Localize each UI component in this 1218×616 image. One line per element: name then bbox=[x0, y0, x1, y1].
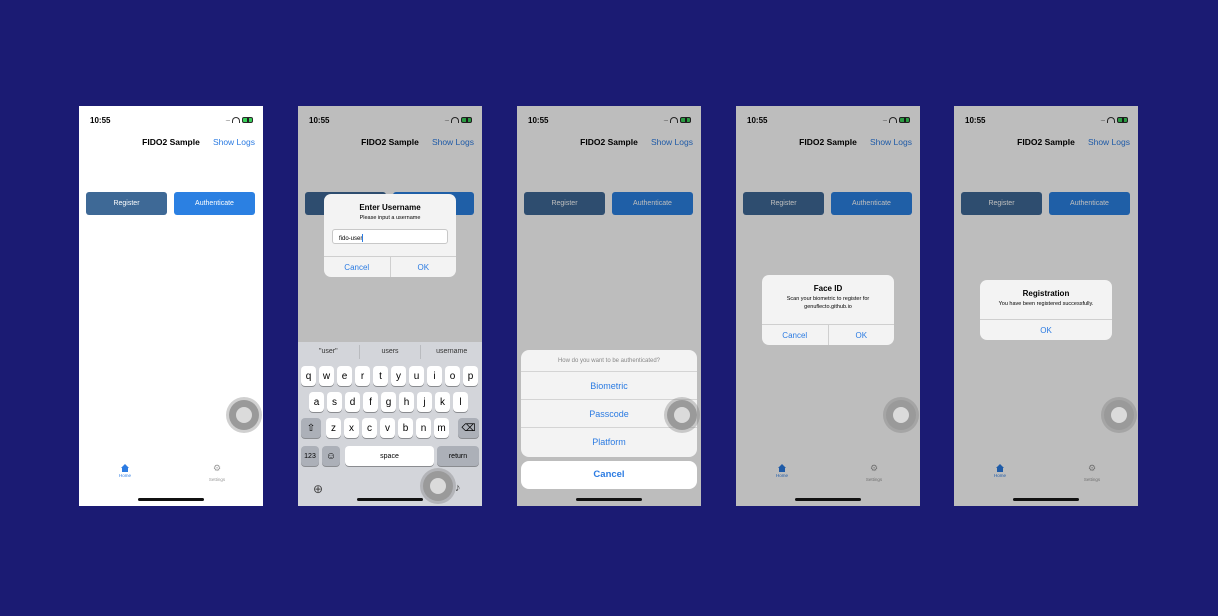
battery-icon bbox=[242, 116, 253, 123]
key-k[interactable]: k bbox=[435, 392, 450, 412]
home-indicator bbox=[138, 498, 204, 501]
key-z[interactable]: z bbox=[326, 418, 341, 438]
delete-icon: ⌫ bbox=[461, 422, 476, 434]
action-sheet-title: How do you want to be authenticated? bbox=[521, 350, 697, 372]
phone-screen-faceid: 10:55 .... FIDO2 Sample Show Logs Regist… bbox=[736, 106, 920, 506]
emoji-key[interactable]: ☺ bbox=[322, 446, 340, 466]
suggestion-item[interactable]: "user" bbox=[298, 345, 359, 359]
status-icons: .... bbox=[225, 115, 253, 124]
numbers-key[interactable]: 123 bbox=[301, 446, 319, 466]
key-x[interactable]: x bbox=[344, 418, 359, 438]
phone-screen-registered: 10:55 .... FIDO2 Sample Show Logs Regist… bbox=[954, 106, 1138, 506]
return-key[interactable]: return bbox=[437, 446, 479, 466]
key-r[interactable]: r bbox=[355, 366, 370, 386]
ok-button[interactable]: OK bbox=[980, 320, 1112, 340]
phone-screen-username: 10:55 .... FIDO2 Sample Show Logs Regist… bbox=[298, 106, 482, 506]
text-caret bbox=[362, 234, 364, 242]
home-indicator bbox=[576, 498, 642, 501]
shift-key[interactable]: ⇧ bbox=[301, 418, 321, 438]
tab-settings-label: Settings bbox=[208, 477, 226, 482]
username-input-value: fido-user bbox=[339, 236, 363, 242]
key-j[interactable]: j bbox=[417, 392, 432, 412]
key-q[interactable]: q bbox=[301, 366, 316, 386]
register-button[interactable]: Register bbox=[86, 192, 167, 215]
key-y[interactable]: y bbox=[391, 366, 406, 386]
alert-title: Enter Username bbox=[359, 203, 421, 212]
alert-message: Please input a username bbox=[359, 215, 421, 221]
home-indicator bbox=[357, 498, 423, 501]
assistive-touch-button[interactable] bbox=[229, 400, 259, 430]
assistive-touch-button[interactable] bbox=[886, 400, 916, 430]
alert-message: Scan your biometric to register for genu… bbox=[786, 296, 870, 310]
tab-home-label: Home bbox=[118, 473, 131, 478]
key-l[interactable]: l bbox=[453, 392, 468, 412]
alert-title: Face ID bbox=[813, 284, 843, 293]
key-u[interactable]: u bbox=[409, 366, 424, 386]
home-icon bbox=[121, 464, 129, 472]
cancel-button[interactable]: Cancel bbox=[521, 461, 697, 489]
cancel-button[interactable]: Cancel bbox=[324, 257, 390, 277]
key-d[interactable]: d bbox=[345, 392, 360, 412]
key-f[interactable]: f bbox=[363, 392, 378, 412]
key-i[interactable]: i bbox=[427, 366, 442, 386]
key-s[interactable]: s bbox=[327, 392, 342, 412]
key-c[interactable]: c bbox=[362, 418, 377, 438]
key-h[interactable]: h bbox=[399, 392, 414, 412]
keyboard: "user" users username q w e r t y u i o … bbox=[298, 342, 482, 506]
registration-alert: Registration You have been registered su… bbox=[980, 280, 1112, 340]
home-indicator bbox=[1013, 498, 1079, 501]
tab-home[interactable]: Home bbox=[105, 464, 145, 478]
alert-actions: OK bbox=[980, 319, 1112, 340]
wifi-icon bbox=[232, 116, 240, 123]
show-logs-button[interactable]: Show Logs bbox=[213, 137, 255, 147]
key-o[interactable]: o bbox=[445, 366, 460, 386]
globe-icon[interactable]: ⊕ bbox=[313, 482, 323, 496]
key-v[interactable]: v bbox=[380, 418, 395, 438]
faceid-alert: Face ID Scan your biometric to register … bbox=[762, 275, 894, 345]
ok-button[interactable]: OK bbox=[389, 257, 457, 277]
key-m[interactable]: m bbox=[434, 418, 449, 438]
tab-bar: Home ⚙ Settings bbox=[79, 464, 263, 494]
alert-message: You have been registered successfully. bbox=[998, 301, 1094, 307]
status-time: 10:55 bbox=[90, 116, 111, 125]
key-g[interactable]: g bbox=[381, 392, 396, 412]
suggestion-bar: "user" users username bbox=[298, 345, 482, 359]
home-indicator bbox=[795, 498, 861, 501]
space-key[interactable]: space bbox=[345, 446, 434, 466]
biometric-option[interactable]: Biometric bbox=[521, 372, 697, 400]
gear-icon: ⚙ bbox=[212, 463, 222, 473]
suggestion-item[interactable]: username bbox=[420, 345, 482, 359]
key-a[interactable]: a bbox=[309, 392, 324, 412]
alert-title: Registration bbox=[1022, 289, 1070, 298]
key-n[interactable]: n bbox=[416, 418, 431, 438]
phone-screen-auth-method: 10:55 .... FIDO2 Sample Show Logs Regist… bbox=[517, 106, 701, 506]
platform-option[interactable]: Platform bbox=[521, 428, 697, 456]
authenticate-button[interactable]: Authenticate bbox=[174, 192, 255, 215]
username-alert: Enter Username Please input a username f… bbox=[324, 194, 456, 277]
key-p[interactable]: p bbox=[463, 366, 478, 386]
suggestion-item[interactable]: users bbox=[358, 345, 421, 359]
key-t[interactable]: t bbox=[373, 366, 388, 386]
phone-screen-home: 10:55 .... FIDO2 Sample Show Logs Regist… bbox=[79, 106, 263, 506]
assistive-touch-button[interactable] bbox=[667, 400, 697, 430]
key-w[interactable]: w bbox=[319, 366, 334, 386]
emoji-icon: ☺ bbox=[325, 450, 337, 462]
microphone-icon[interactable]: ♪ bbox=[455, 482, 461, 494]
assistive-touch-button[interactable] bbox=[423, 471, 453, 501]
tab-settings[interactable]: ⚙ Settings bbox=[197, 463, 237, 483]
alert-actions: Cancel OK bbox=[762, 324, 894, 345]
key-b[interactable]: b bbox=[398, 418, 413, 438]
alert-actions: Cancel OK bbox=[324, 256, 456, 277]
key-e[interactable]: e bbox=[337, 366, 352, 386]
assistive-touch-button[interactable] bbox=[1104, 400, 1134, 430]
ok-button[interactable]: OK bbox=[827, 325, 895, 345]
delete-key[interactable]: ⌫ bbox=[458, 418, 479, 438]
shift-icon: ⇧ bbox=[306, 422, 316, 434]
username-input[interactable]: fido-user bbox=[332, 229, 448, 244]
cancel-button[interactable]: Cancel bbox=[762, 325, 828, 345]
